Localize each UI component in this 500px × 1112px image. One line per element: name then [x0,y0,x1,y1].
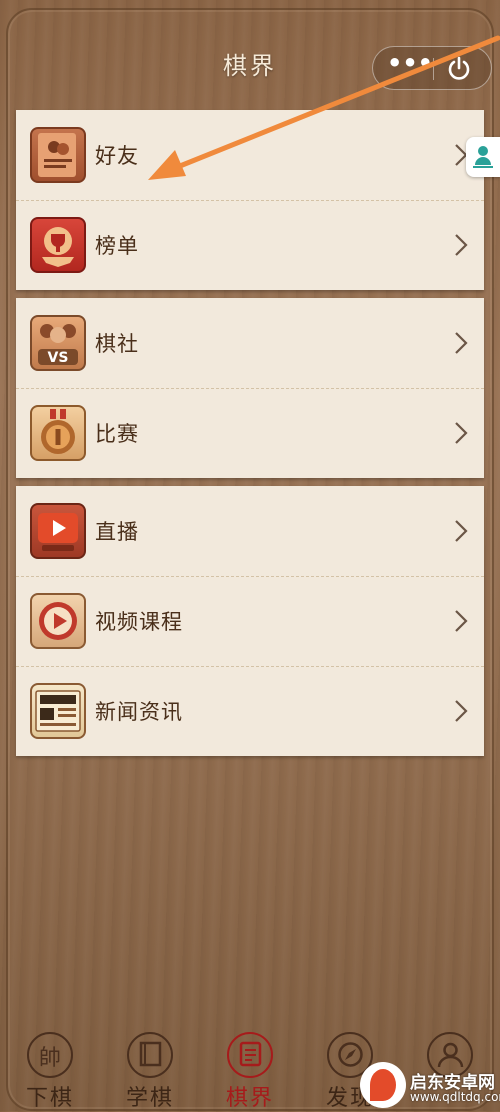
trophy-banner-icon [30,217,86,273]
power-icon[interactable] [445,55,473,83]
tab-learn[interactable]: 学棋 [100,1022,200,1111]
site-watermark: 启东安卓网 www.qdltdq.com [360,1062,500,1110]
chevron-right-icon [455,422,468,444]
mini-program-capsule: ••• [372,46,492,90]
document-icon [227,1032,273,1078]
menu-item-news[interactable]: 新闻资讯 [16,666,484,756]
menu-item-matches[interactable]: 比赛 [16,388,484,478]
menu-item-clubs[interactable]: VS 棋社 [16,298,484,388]
video-play-icon [30,593,86,649]
tab-label: 棋界 [225,1086,274,1111]
chevron-right-icon [455,520,468,542]
book-icon [127,1032,173,1078]
menu-item-label: 直播 [95,520,139,544]
menu-item-rankings[interactable]: 榜单 [16,200,484,290]
header: 棋界 ••• [0,0,500,110]
svg-text:VS: VS [48,350,69,366]
capsule-divider [433,58,434,80]
chevron-right-icon [455,234,468,256]
menu-item-label: 榜单 [95,234,139,258]
menu-item-label: 新闻资讯 [95,700,183,724]
tab-label: 下棋 [25,1086,74,1111]
watermark-url: www.qdltdq.com [410,1090,500,1104]
piece-char: 帥 [38,1046,61,1071]
menu-item-live[interactable]: 直播 [16,486,484,576]
menu-item-video-courses[interactable]: 视频课程 [16,576,484,666]
menu-item-label: 好友 [95,144,139,168]
vs-club-icon: VS [30,315,86,371]
menu-item-label: 棋社 [95,332,139,356]
tab-chess-world[interactable]: 棋界 [200,1022,300,1111]
menu-group-social: 好友 榜单 [16,110,484,290]
newspaper-icon [30,683,86,739]
friends-book-icon [30,127,86,183]
menu-group-media: 直播 视频课程 新闻资讯 [16,486,484,756]
medal-icon [30,405,86,461]
tv-play-icon [30,503,86,559]
tab-play[interactable]: 帥 下棋 [0,1022,100,1111]
menu-item-label: 视频课程 [95,610,183,634]
side-badge[interactable] [466,137,500,177]
chevron-right-icon [455,332,468,354]
more-dots-icon[interactable]: ••• [387,51,433,79]
tab-label: 学棋 [125,1086,174,1111]
watermark-logo-icon [360,1062,406,1108]
person-location-icon [473,146,493,168]
menu-item-friends[interactable]: 好友 [16,110,484,200]
chevron-right-icon [455,610,468,632]
menu-group-community: VS 棋社 比赛 [16,298,484,478]
chevron-right-icon [455,700,468,722]
menu-item-label: 比赛 [95,422,139,446]
piece-shuai-icon: 帥 [27,1032,73,1078]
